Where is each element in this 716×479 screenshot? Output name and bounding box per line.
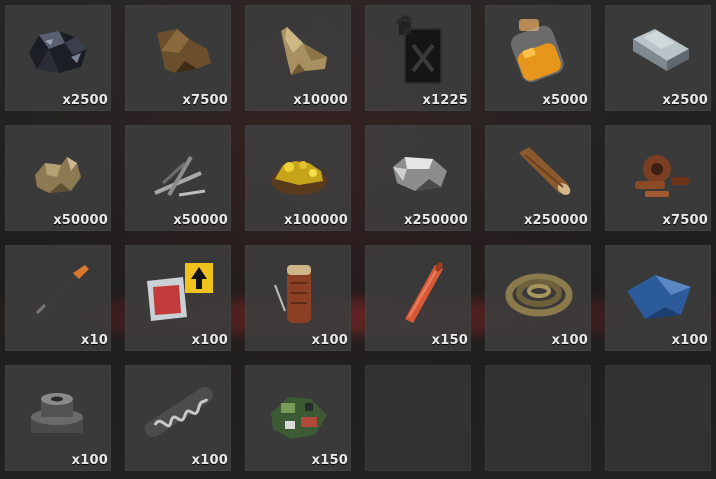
bone-fragments-icon <box>35 157 81 193</box>
metal-pipe-icon <box>405 262 443 323</box>
cloth-icon <box>281 27 327 75</box>
item-quantity: x100 <box>671 333 708 348</box>
item-quantity: x7500 <box>662 213 708 228</box>
inventory-slot[interactable]: x2500 <box>605 5 711 111</box>
inventory-slot[interactable]: x7500 <box>125 5 231 111</box>
wood-log-icon <box>519 147 571 195</box>
inventory-slot[interactable]: x100 <box>245 245 351 351</box>
item-quantity: x10000 <box>293 93 348 108</box>
inventory-slot[interactable]: x100 <box>485 245 591 351</box>
rope-icon <box>505 273 573 317</box>
inventory-slot[interactable]: x5000 <box>485 5 591 111</box>
inventory-slot[interactable]: x100 <box>5 365 111 471</box>
fuel-can-icon <box>395 14 442 84</box>
empty-inventory-slot[interactable] <box>485 365 591 471</box>
inventory-slot[interactable]: x100000 <box>245 125 351 231</box>
sulfur-jar-icon <box>510 19 564 83</box>
inventory-slot[interactable]: x7500 <box>605 125 711 231</box>
coal-icon <box>29 31 87 73</box>
gold-ore-icon <box>271 161 327 195</box>
item-quantity: x100 <box>191 453 228 468</box>
item-quantity: x10 <box>80 333 108 348</box>
item-quantity: x100 <box>71 453 108 468</box>
inventory-slot[interactable]: x100 <box>605 245 711 351</box>
sticks-icon <box>154 155 206 197</box>
inventory-slot[interactable]: x100 <box>125 245 231 351</box>
inventory-slot[interactable]: x50000 <box>5 125 111 231</box>
inventory-slot[interactable]: x250000 <box>485 125 591 231</box>
item-quantity: x100 <box>191 333 228 348</box>
inventory-slot[interactable]: x250000 <box>365 125 471 231</box>
inventory-slot[interactable]: x50000 <box>125 125 231 231</box>
item-quantity: x7500 <box>182 93 228 108</box>
stone-icon <box>393 157 447 191</box>
inventory-slot[interactable]: x1225 <box>365 5 471 111</box>
road-signs-icon <box>147 263 213 321</box>
item-quantity: x50000 <box>53 213 108 228</box>
empty-inventory-slot[interactable] <box>605 365 711 471</box>
item-quantity: x150 <box>431 333 468 348</box>
leather-icon <box>157 29 211 73</box>
item-quantity: x250000 <box>403 213 468 228</box>
inventory-slot[interactable]: x10000 <box>245 5 351 111</box>
inventory-grid: x2500 x7500 x10000 x1225 x5000 x2500 x50… <box>5 5 711 471</box>
item-quantity: x100 <box>311 333 348 348</box>
gears-icon <box>31 393 83 441</box>
sewing-kit-icon <box>274 265 311 323</box>
item-quantity: x5000 <box>542 93 588 108</box>
item-quantity: x2500 <box>62 93 108 108</box>
scrap-gears-icon <box>635 155 689 197</box>
item-quantity: x2500 <box>662 93 708 108</box>
inventory-slot[interactable]: x100 <box>125 365 231 471</box>
item-quantity: x250000 <box>523 213 588 228</box>
item-quantity: x150 <box>311 453 348 468</box>
inventory-slot[interactable]: x10 <box>5 245 111 351</box>
inventory-slot[interactable]: x2500 <box>5 5 111 111</box>
tarp-icon <box>627 275 691 319</box>
empty-inventory-slot[interactable] <box>365 365 471 471</box>
inventory-slot[interactable]: x150 <box>365 245 471 351</box>
item-quantity: x50000 <box>173 213 228 228</box>
item-quantity: x1225 <box>422 93 468 108</box>
tech-blade-icon <box>29 265 89 325</box>
metal-ingot-icon <box>633 29 689 71</box>
item-quantity: x100000 <box>283 213 348 228</box>
item-quantity: x100 <box>551 333 588 348</box>
metal-spring-icon <box>145 387 213 437</box>
scrap-components-icon <box>271 397 327 439</box>
inventory-slot[interactable]: x150 <box>245 365 351 471</box>
